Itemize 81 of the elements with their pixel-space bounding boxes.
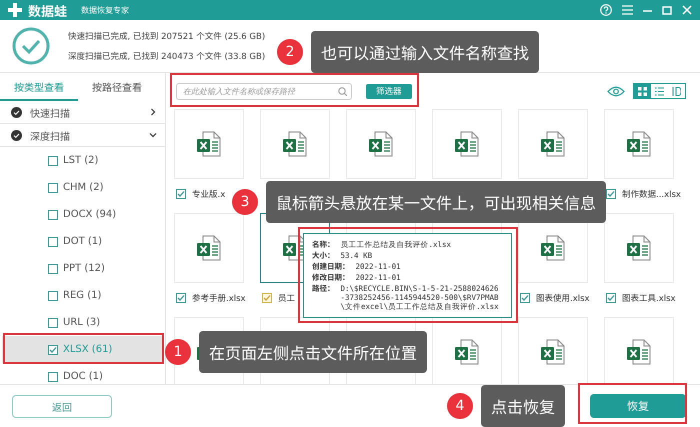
file-type-item[interactable]: CHM (2) [2, 174, 163, 201]
checkbox[interactable] [262, 293, 272, 303]
scan-group-row[interactable]: 快速扫描 [0, 101, 165, 124]
spreadsheet-file-icon [197, 235, 221, 261]
checkbox[interactable] [48, 156, 58, 166]
grid-view-icon[interactable] [634, 84, 651, 98]
chevron-down-icon[interactable] [149, 131, 157, 139]
spreadsheet-file-icon [197, 131, 221, 157]
file-type-label: CHM (2) [63, 182, 104, 193]
view-tab[interactable]: 按路径查看 [78, 73, 156, 101]
spreadsheet-file-icon [283, 131, 307, 157]
checkbox[interactable] [606, 189, 616, 199]
checkbox[interactable] [48, 372, 58, 382]
file-type-item[interactable]: DOCX (94) [2, 201, 163, 228]
check-circle-icon [12, 27, 50, 65]
checkbox[interactable] [606, 293, 616, 303]
file-name: 制作数据...xlsx [622, 188, 681, 200]
file-name: 图表工具.xlsx [622, 292, 676, 304]
file-type-label: LST (2) [63, 155, 98, 166]
check-badge-icon [11, 106, 22, 118]
help-icon[interactable] [600, 4, 612, 16]
file-type-label: REG (1) [63, 290, 102, 301]
step-number: 4 [447, 393, 473, 419]
cross-logo-icon [8, 3, 22, 17]
app-subtitle: 数据恢复专家 [81, 4, 130, 16]
file-name: 员工 [278, 293, 296, 304]
checkbox[interactable] [48, 264, 58, 274]
scan-summary-text: 深度扫描已完成, 已找到 240473 个文件 (33.8 GB) [68, 50, 266, 62]
step-number: 2 [277, 39, 303, 65]
file-name: 图表使用.xlsx [536, 292, 590, 304]
check-badge-icon [11, 130, 22, 140]
eye-icon[interactable] [607, 86, 625, 96]
spreadsheet-file-icon [541, 235, 565, 261]
step-number: 1 [165, 339, 191, 365]
callout-tooltip: 鼠标箭头悬放在某一文件上，可出现相关信息 [266, 181, 606, 223]
file-type-label: URL (3) [63, 317, 100, 328]
step-number: 3 [232, 189, 258, 215]
file-type-item[interactable]: LST (2) [2, 147, 163, 174]
callout-tooltip: 点击恢复 [481, 385, 566, 427]
file-name: 专业版.x [192, 188, 226, 200]
file-type-label: XLSX (61) [63, 344, 112, 355]
checkbox[interactable] [48, 236, 58, 246]
spreadsheet-file-icon [455, 131, 479, 157]
checkbox[interactable] [48, 182, 58, 192]
maximize-icon[interactable] [662, 6, 672, 14]
scan-group-label: 快速扫描 [30, 108, 70, 120]
spreadsheet-file-icon [455, 339, 479, 365]
file-type-label: DOCX (94) [63, 209, 116, 220]
checkbox[interactable] [176, 293, 186, 303]
callout-tooltip: 在页面左侧点击文件所在位置 [199, 331, 428, 373]
file-type-item[interactable]: DOT (1) [2, 228, 163, 255]
checkbox[interactable] [48, 210, 58, 220]
scan-group-row[interactable]: 深度扫描 [0, 124, 165, 147]
file-name: 参考手册.xlsx [192, 292, 246, 304]
checkbox[interactable] [48, 344, 58, 354]
search-icon[interactable] [338, 86, 347, 96]
spreadsheet-file-icon [627, 235, 651, 261]
spreadsheet-file-icon [541, 131, 565, 157]
file-type-item[interactable]: URL (3) [2, 309, 163, 336]
checkbox[interactable] [176, 189, 186, 199]
file-type-label: DOC (1) [63, 371, 103, 382]
file-type-item[interactable]: DOC (1) [2, 363, 163, 384]
spreadsheet-file-icon [627, 131, 651, 157]
chevron-right-icon[interactable] [149, 108, 157, 116]
checkbox[interactable] [520, 293, 530, 303]
checkbox[interactable] [48, 290, 58, 300]
checkbox[interactable] [48, 318, 58, 328]
app-logo-text: 数据蛙 [28, 4, 68, 20]
scan-group-label: 深度扫描 [30, 130, 70, 142]
file-type-label: DOT (1) [63, 236, 102, 247]
spreadsheet-file-icon [541, 339, 565, 365]
file-type-item[interactable]: REG (1) [2, 282, 163, 309]
file-type-label: PPT (12) [63, 263, 105, 274]
spreadsheet-file-icon [627, 339, 651, 365]
search-field[interactable]: 在此处输入文件名称或保存路径 [176, 82, 352, 100]
scan-summary-text: 快速扫描已完成, 已找到 207521 个文件 (25.6 GB) [68, 30, 266, 42]
menu-icon[interactable] [622, 5, 633, 15]
file-type-item[interactable]: PPT (12) [2, 255, 163, 282]
spreadsheet-file-icon [369, 131, 393, 157]
callout-tooltip: 也可以通过输入文件名称查找 [311, 31, 540, 73]
close-icon[interactable] [682, 5, 692, 15]
